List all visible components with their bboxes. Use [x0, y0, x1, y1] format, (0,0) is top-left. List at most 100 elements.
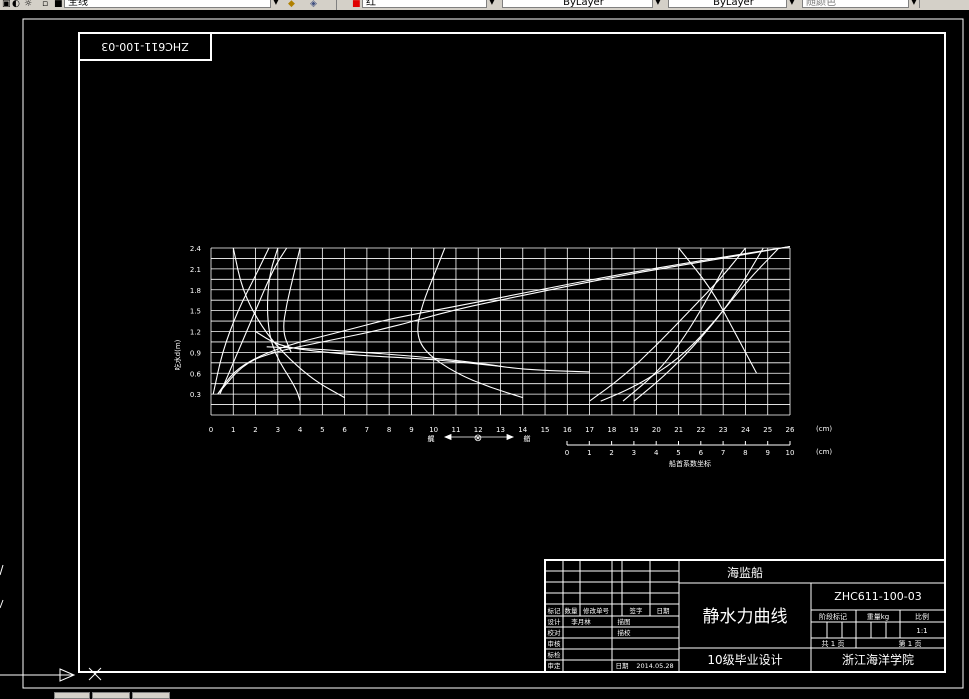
x-tick-label: 10: [429, 426, 438, 434]
scale-value: 1:1: [916, 627, 927, 635]
x-tick-label: 16: [563, 426, 572, 434]
sheet-number: 第 1 页: [899, 639, 922, 648]
hydrostatic-curve-15: [622, 268, 724, 402]
x-tick-label: 4: [298, 426, 303, 434]
color-dropdown-arrow[interactable]: ▼: [486, 0, 497, 8]
drawing-number: ZHC611-100-03: [834, 590, 921, 603]
layer-lock-icon[interactable]: ▫: [42, 0, 48, 9]
drawing-canvas[interactable]: ZHC611-100-03 0 1 2 3 4 5 6 7 8 9 10 11 12 13 14 15 16 17…: [0, 10, 969, 692]
make-current-layer-icon[interactable]: ◆: [288, 0, 295, 9]
properties-toolbar: ▣ ◐ ☼ ▫ ■ 全线 ▼ ◆ ◈ ■ 红 ▼ ByLayer ▼ ByLay…: [0, 0, 969, 10]
x-tick-label: 23: [719, 426, 728, 434]
layer-color-icon: ■: [54, 0, 63, 9]
layout-tabs: [0, 692, 969, 699]
y-tick-label: 0.9: [190, 349, 201, 357]
role-tracing-check: 描校: [618, 628, 632, 637]
tab-model[interactable]: [54, 692, 90, 699]
sheet-total: 共 1 页: [822, 639, 845, 648]
secondary-x-axis: [566, 441, 791, 446]
x-tick-label: 20: [652, 426, 661, 434]
linetype-select[interactable]: ByLayer: [502, 0, 662, 8]
x-tick-label: 26: [786, 426, 795, 434]
x-tick-label: 14: [518, 426, 527, 434]
x-tick-label: 1: [231, 426, 235, 434]
scale-label: 比例: [915, 612, 929, 621]
sign-label: 签字: [630, 606, 644, 615]
x-tick-label: 6: [342, 426, 347, 434]
x-tick-label: 15: [541, 426, 550, 434]
layer-state-icon[interactable]: ▣: [2, 0, 11, 9]
color-swatch-icon: ■: [352, 0, 361, 9]
y-tick-label: 1.2: [190, 329, 201, 337]
x-tick-label: 5: [320, 426, 324, 434]
x2-tick-label: 1: [587, 449, 591, 457]
hydrostatic-curve-13: [633, 247, 764, 402]
layer-previous-icon[interactable]: ◈: [310, 0, 317, 9]
layer-visible-icon[interactable]: ◐: [12, 0, 20, 9]
x-tick-label: 19: [630, 426, 639, 434]
x2-tick-label: 0: [565, 449, 569, 457]
x-tick-label: 25: [763, 426, 772, 434]
role-approve: 审定: [548, 661, 562, 670]
bow-label: 艏: [524, 434, 531, 443]
ucs-icon: [0, 564, 102, 682]
plotstyle-dropdown-arrow[interactable]: ▼: [908, 0, 919, 8]
midship-symbol-icon: ⊗: [474, 433, 482, 444]
drawing-title: 静水力曲线: [703, 607, 788, 627]
project-name: 10级毕业设计: [707, 653, 782, 667]
x-tick-label: 13: [496, 426, 505, 434]
stage-label: 阶段标记: [819, 612, 847, 621]
role-check: 校对: [548, 628, 562, 637]
x-axis-unit: (cm): [816, 425, 832, 433]
x2-axis-title: 船首系数坐标: [669, 459, 711, 468]
linetype-dropdown-arrow[interactable]: ▼: [652, 0, 663, 8]
y-tick-label: 1.5: [190, 308, 201, 316]
stern-label: 艉: [428, 434, 435, 443]
x2-tick-label: 7: [721, 449, 725, 457]
layer-freeze-icon[interactable]: ☼: [24, 0, 32, 9]
x2-tick-label: 10: [786, 449, 795, 457]
layer-select[interactable]: 全线: [64, 0, 280, 8]
x-tick-label: 22: [696, 426, 705, 434]
x-tick-label: 7: [365, 426, 369, 434]
x-tick-label: 18: [607, 426, 616, 434]
x-tick-label: 8: [387, 426, 391, 434]
x2-tick-label: 4: [654, 449, 659, 457]
tab-layout1[interactable]: [92, 692, 130, 699]
x-tick-label: 9: [409, 426, 413, 434]
role-review: 审核: [548, 639, 562, 648]
hydrostatic-chart: 0 1 2 3 4 5 6 7 8 9 10 11 12 13 14 15 16 17 18 19 20 21 22 23 24…: [190, 245, 795, 457]
y-tick-label: 1.8: [190, 287, 201, 295]
drawing-outer-border: [22, 18, 964, 689]
lineweight-select[interactable]: ByLayer: [668, 0, 796, 8]
role-tracing: 描图: [618, 617, 631, 626]
x2-tick-label: 5: [676, 449, 680, 457]
hydrostatic-curve-12: [600, 247, 780, 402]
school-name: 浙江海洋学院: [842, 652, 914, 667]
x2-tick-label: 8: [743, 449, 747, 457]
secondary-x-axis-ticks: 0 1 2 3 4 5 6 7 8 9 10: [565, 449, 795, 457]
y-axis-ticks: 0.3 0.6 0.9 1.2 1.5 1.8 2.1 2.4: [190, 245, 202, 399]
layer-dropdown-arrow[interactable]: ▼: [270, 0, 281, 8]
x-tick-label: 24: [741, 426, 750, 434]
designer-name: 李月林: [571, 617, 591, 626]
mark-label: 标记: [548, 606, 562, 615]
color-select[interactable]: 红: [362, 0, 496, 8]
role-standard-check: 标检: [548, 650, 562, 659]
lineweight-dropdown-arrow[interactable]: ▼: [786, 0, 797, 8]
date-caption: 日期: [616, 662, 630, 670]
y-tick-label: 2.4: [190, 245, 202, 253]
date-value: 2014.05.28: [636, 662, 673, 670]
date-label: 日期: [657, 607, 671, 615]
x-tick-label: 11: [452, 426, 461, 434]
drawing-number-mirrored: ZHC611-100-03: [101, 40, 188, 53]
x-tick-label: 0: [209, 426, 213, 434]
x2-tick-label: 9: [765, 449, 769, 457]
tab-layout2[interactable]: [132, 692, 170, 699]
chart-grid: [210, 247, 791, 416]
y-tick-label: 0.6: [190, 370, 202, 378]
count-label: 数量: [565, 606, 579, 615]
plotstyle-select[interactable]: 随颜色: [802, 0, 920, 8]
x-tick-label: 21: [674, 426, 683, 434]
x2-axis-unit: (cm): [816, 448, 832, 456]
